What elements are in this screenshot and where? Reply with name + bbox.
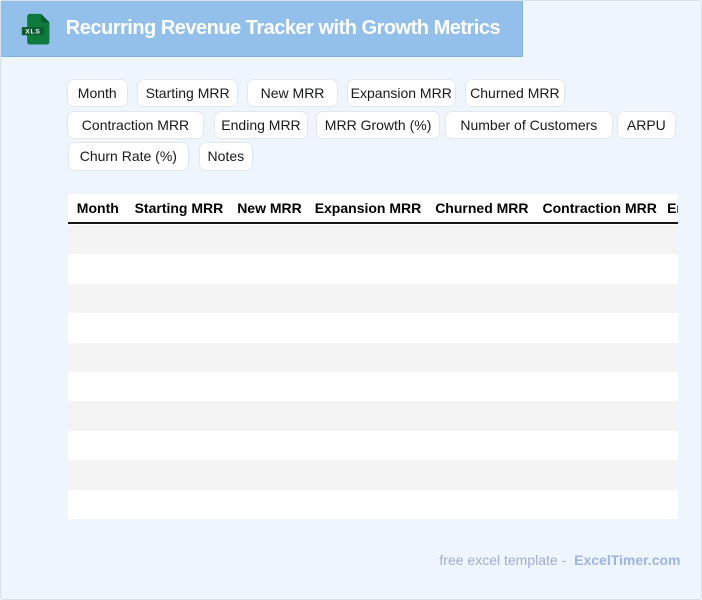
svg-text:XLS: XLS — [25, 29, 40, 36]
